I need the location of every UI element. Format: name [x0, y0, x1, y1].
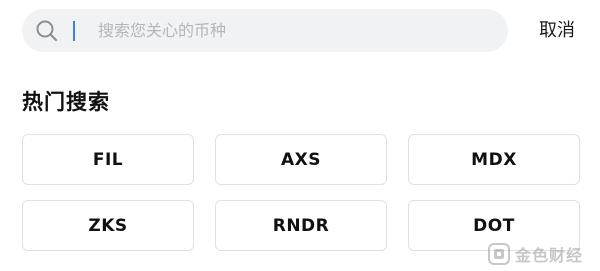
- coin-chip-fil[interactable]: FIL: [22, 134, 194, 185]
- cancel-button[interactable]: 取消: [530, 12, 584, 50]
- hot-search-title: 热门搜索: [22, 90, 110, 114]
- text-caret: [73, 21, 75, 41]
- search-icon: [35, 19, 59, 43]
- jinse-logo-icon: [488, 243, 510, 265]
- coin-chip-rndr[interactable]: RNDR: [215, 200, 387, 251]
- search-bar[interactable]: [22, 9, 508, 52]
- coin-chip-mdx[interactable]: MDX: [408, 134, 580, 185]
- watermark: 金色财经: [488, 241, 583, 267]
- hot-search-grid: FIL AXS MDX ZKS RNDR DOT: [22, 134, 580, 251]
- watermark-text: 金色财经: [515, 246, 584, 265]
- search-input[interactable]: [76, 9, 496, 52]
- coin-chip-zks[interactable]: ZKS: [22, 200, 194, 251]
- coin-chip-axs[interactable]: AXS: [215, 134, 387, 185]
